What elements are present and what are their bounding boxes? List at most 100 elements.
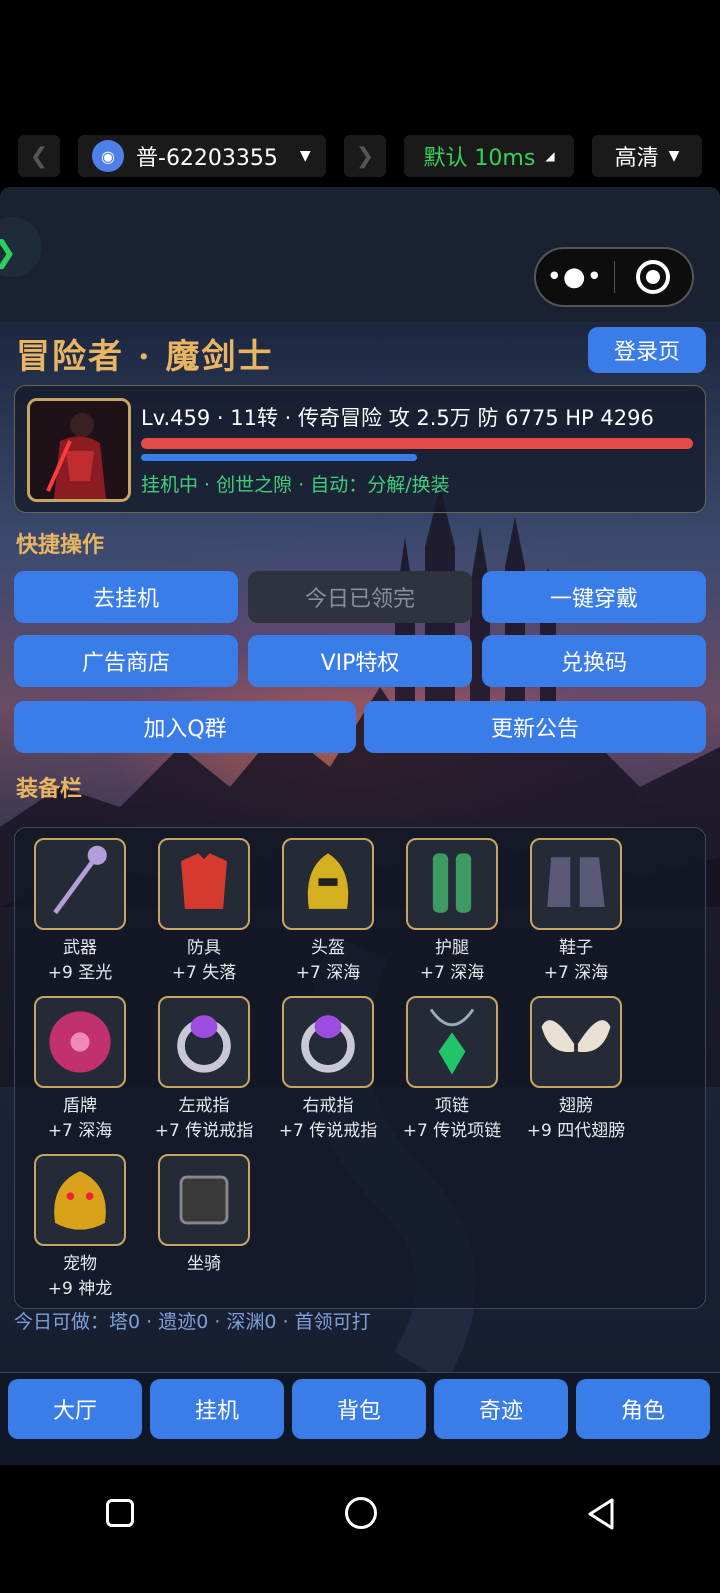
armor-icon: [181, 853, 227, 909]
equipment-slot-frame[interactable]: [34, 1154, 126, 1246]
equipment-enhancement: +7 失落: [171, 963, 237, 983]
leggings-icon: [432, 853, 472, 913]
equipment-slot-frame[interactable]: [530, 996, 622, 1088]
system-navigation-bar: [0, 1465, 720, 1593]
home-icon[interactable]: [345, 1497, 377, 1529]
character-avatar[interactable]: [27, 398, 131, 502]
equipment-enhancement: +7 传说戒指: [278, 1121, 378, 1141]
equipment-name: 项链: [435, 1096, 469, 1116]
redeem-code-button[interactable]: 兑换码: [482, 635, 706, 687]
equipment-name: 鞋子: [559, 938, 593, 958]
swordsman-portrait-icon: [30, 401, 128, 499]
join-group-button[interactable]: 加入Q群: [14, 701, 356, 753]
equipment-enhancement: +7 深海: [419, 963, 485, 983]
equipment-panel: 武器 +9 圣光 防具 +7 失落 头盔 +7 深海 护腿 +7 深海 鞋子 +…: [14, 827, 706, 1309]
dropdown-triangle-icon: ▼: [299, 148, 311, 164]
boots-icon: [547, 857, 605, 907]
exp-bar: [141, 454, 417, 461]
equipment-slot-frame[interactable]: [406, 996, 498, 1088]
device-label: 普-62203355: [136, 146, 278, 171]
helmet-icon: [307, 853, 349, 909]
equipment-name: 头盔: [311, 938, 345, 958]
device-selector[interactable]: ◉ 普-62203355 ▼: [78, 135, 326, 177]
character-card: Lv.459 · 11转 · 传奇冒险 攻 2.5万 防 6775 HP 429…: [14, 385, 706, 513]
vip-button[interactable]: VIP特权: [248, 635, 472, 687]
update-notice-button[interactable]: 更新公告: [364, 701, 706, 753]
page-title: 冒险者 · 魔剑士: [16, 337, 274, 377]
daily-claimed-button[interactable]: 今日已领完: [248, 571, 472, 623]
equipment-slot-frame[interactable]: [530, 838, 622, 930]
equipment-enhancement: +9 四代翅膀: [526, 1121, 626, 1141]
equipment-name: 防具: [187, 938, 221, 958]
equipment-slot[interactable]: 右戒指 +7 传说戒指: [263, 996, 383, 1146]
equipment-slot-frame[interactable]: [34, 838, 126, 930]
back-arrow-icon[interactable]: ❮: [18, 135, 60, 177]
tab-button[interactable]: 奇迹: [434, 1379, 568, 1439]
equipment-slot[interactable]: 头盔 +7 深海: [263, 838, 383, 988]
equipment-slot[interactable]: 宠物 +9 神龙: [15, 1154, 135, 1304]
mode-selector[interactable]: 默认 10ms ◢: [404, 135, 574, 177]
equipment-slot-frame[interactable]: [282, 996, 374, 1088]
forward-arrow-icon[interactable]: ❯: [344, 135, 386, 177]
equipment-name: 左戒指: [178, 1096, 230, 1116]
equipment-enhancement: +7 深海: [295, 963, 361, 983]
quick-actions-label: 快捷操作: [16, 533, 105, 558]
equipment-name: 宠物: [63, 1254, 97, 1274]
back-icon[interactable]: [586, 1497, 616, 1531]
equipment-slot[interactable]: 项链 +7 传说项链: [387, 996, 507, 1146]
equipment-slot-frame[interactable]: [158, 1154, 250, 1246]
equipment-slot-frame[interactable]: [406, 838, 498, 930]
character-stats: Lv.459 · 11转 · 传奇冒险 攻 2.5万 防 6775 HP 429…: [141, 406, 654, 430]
equipment-name: 护腿: [435, 938, 469, 958]
equipment-name: 翅膀: [559, 1096, 593, 1116]
equipment-slot[interactable]: 鞋子 +7 深海: [511, 838, 631, 988]
expand-icon: ◢: [545, 149, 555, 163]
equipment-enhancement: +7 深海: [543, 963, 609, 983]
ring-icon: [301, 1015, 355, 1073]
wifi-icon: ❯: [0, 235, 17, 270]
quality-label: 高清: [614, 146, 659, 171]
staff-icon: [53, 845, 107, 915]
android-icon: ◉: [92, 140, 124, 172]
equipment-enhancement: +7 深海: [47, 1121, 113, 1141]
empty-slot-icon: [179, 1175, 229, 1225]
equipment-name: 武器: [63, 938, 97, 958]
recent-apps-icon[interactable]: [106, 1499, 134, 1527]
tab-button[interactable]: 角色: [576, 1379, 710, 1439]
tab-button[interactable]: 大厅: [8, 1379, 142, 1439]
login-page-button[interactable]: 登录页: [588, 327, 706, 373]
quality-selector[interactable]: 高清 ▼: [592, 135, 702, 177]
equip-all-button[interactable]: 一键穿戴: [482, 571, 706, 623]
equipment-slot[interactable]: 左戒指 +7 传说戒指: [139, 996, 259, 1146]
screen: ❮ ◉ 普-62203355 ▼ ❯ 默认 10ms ◢ 高清 ▼ •●• 冒险…: [0, 0, 720, 1593]
equipment-slot-frame[interactable]: [34, 996, 126, 1088]
equipment-slot[interactable]: 坐骑: [139, 1154, 259, 1304]
device-toolbar: ❮ ◉ 普-62203355 ▼ ❯ 默认 10ms ◢ 高清 ▼: [0, 133, 720, 179]
more-icon[interactable]: •●•: [536, 262, 614, 292]
equipment-name: 右戒指: [302, 1096, 354, 1116]
shield-icon: [49, 1011, 111, 1073]
go-idle-button[interactable]: 去挂机: [14, 571, 238, 623]
equipment-slot[interactable]: 防具 +7 失落: [139, 838, 259, 988]
equipment-slot-frame[interactable]: [158, 838, 250, 930]
equipment-name: 盾牌: [63, 1096, 97, 1116]
close-target-icon[interactable]: [615, 260, 693, 294]
equipment-slot[interactable]: 武器 +9 圣光: [15, 838, 135, 988]
equipment-slot[interactable]: 护腿 +7 深海: [387, 838, 507, 988]
equipment-name: 坐骑: [187, 1254, 221, 1274]
equipment-slot-frame[interactable]: [282, 838, 374, 930]
dragon-icon: [54, 1171, 106, 1230]
ad-shop-button[interactable]: 广告商店: [14, 635, 238, 687]
wings-icon: [541, 1020, 611, 1053]
equipment-slot-frame[interactable]: [158, 996, 250, 1088]
character-status: 挂机中 · 创世之隙 · 自动：分解/换装: [141, 474, 450, 496]
equipment-slot[interactable]: 盾牌 +7 深海: [15, 996, 135, 1146]
tab-button[interactable]: 挂机: [150, 1379, 284, 1439]
equipment-label: 装备栏: [16, 777, 83, 802]
tab-button[interactable]: 背包: [292, 1379, 426, 1439]
today-tasks: 今日可做：塔0 · 遗迹0 · 深渊0 · 首领可打: [14, 1311, 371, 1333]
dropdown-triangle-icon: ▼: [668, 148, 680, 164]
mode-label: 默认 10ms: [423, 146, 536, 171]
equipment-slot[interactable]: 翅膀 +9 四代翅膀: [511, 996, 631, 1146]
ring-icon: [177, 1015, 231, 1073]
